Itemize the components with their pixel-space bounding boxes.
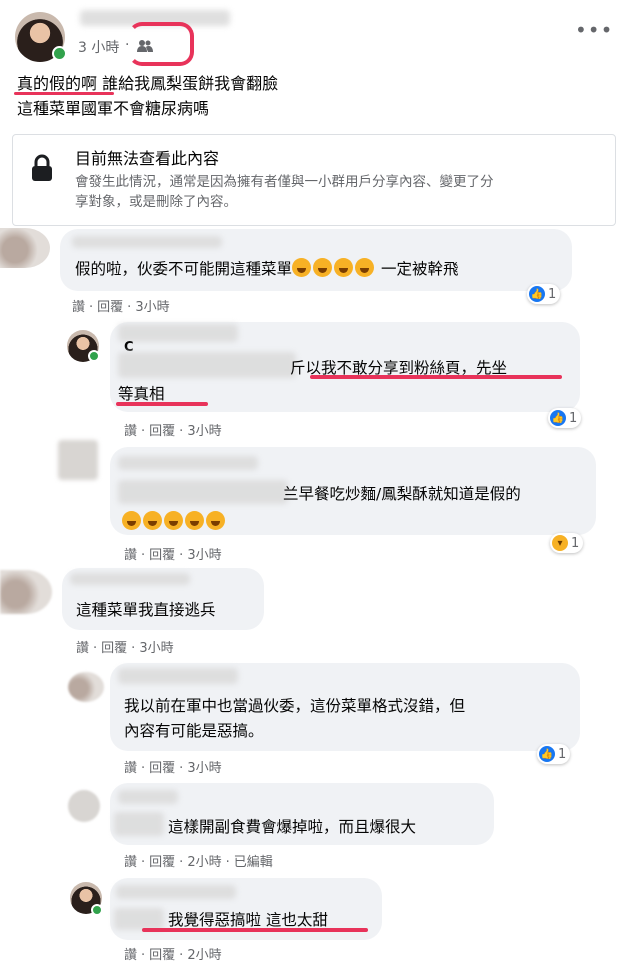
commenter-avatar[interactable] [0, 228, 50, 268]
commenter-name-redacted [118, 790, 178, 804]
edited-label[interactable]: 已編輯 [234, 855, 273, 870]
like-action[interactable]: 讚 [124, 761, 137, 776]
commenter-avatar[interactable] [58, 440, 98, 480]
like-action[interactable]: 讚 [76, 641, 89, 656]
reply-action[interactable]: 回覆 [149, 948, 175, 963]
reaction-count[interactable]: ▾ 1 [550, 533, 584, 553]
comment-text-redacted [114, 812, 164, 836]
comment-actions: 讚 · 回覆 · 2小時 · 已編輯 [124, 855, 273, 870]
reaction-count[interactable]: 👍 1 [537, 744, 571, 764]
reply-action[interactable]: 回覆 [97, 300, 123, 315]
reply-action[interactable]: 回覆 [149, 424, 175, 439]
commenter-name-redacted [116, 885, 236, 899]
comment-text-redacted [114, 908, 164, 930]
commenter-name-redacted [70, 573, 190, 585]
commenter-avatar[interactable] [0, 570, 52, 614]
post-text-line2: 這種菜單國軍不會糖尿病嗎 [17, 99, 210, 118]
comment-text-redacted [118, 352, 296, 378]
comment-text: 兰早餐吃炒麵/鳳梨酥就知道是假的 [283, 485, 521, 503]
online-status-indicator [91, 904, 103, 916]
reply-action[interactable]: 回覆 [101, 641, 127, 656]
lock-icon [30, 154, 54, 182]
comment-text: 這樣開副食費會爆掉啦，而且爆很大 [168, 818, 417, 836]
online-status-indicator [88, 350, 100, 362]
reply-action[interactable]: 回覆 [149, 548, 175, 563]
like-reaction-icon: 👍 [539, 746, 555, 762]
like-action[interactable]: 讚 [124, 855, 137, 870]
like-action[interactable]: 讚 [72, 300, 85, 315]
comment-text: 假的啦，伙委不可能開這種菜單 一定被幹飛 [75, 258, 459, 278]
annotation-underline [310, 375, 562, 379]
comment-actions: 讚 · 回覆 · 3小時 [72, 300, 170, 315]
commenter-avatar[interactable] [68, 672, 104, 702]
comment-text: 這種菜單我直接逃兵 [76, 601, 216, 619]
comment-time[interactable]: 2小時 [187, 855, 221, 870]
more-options-icon[interactable]: ••• [575, 18, 613, 42]
reply-action[interactable]: 回覆 [149, 855, 175, 870]
haha-reaction-icon: ▾ [552, 535, 568, 551]
comment-time[interactable]: 3小時 [135, 300, 169, 315]
comment-time[interactable]: 3小時 [187, 548, 221, 563]
comment-time[interactable]: 2小時 [187, 948, 221, 963]
comment-text-line2: 內容有可能是惡搞。 [124, 722, 264, 740]
post-text-highlight: 真的假的啊 [17, 74, 98, 93]
comment-actions: 讚 · 回覆 · 2小時 [124, 948, 222, 963]
reaction-count[interactable]: 👍 1 [548, 408, 582, 428]
like-reaction-icon: 👍 [550, 410, 566, 426]
post-timestamp[interactable]: 3 小時 [78, 37, 119, 57]
unavailable-body-line2: 享對象，或是刪除了內容。 [75, 194, 237, 210]
annotation-underline [116, 402, 208, 406]
comment-time[interactable]: 3小時 [187, 424, 221, 439]
reply-action[interactable]: 回覆 [149, 761, 175, 776]
comment-text-redacted [118, 480, 288, 504]
comment-actions: 讚 · 回覆 · 3小時 [76, 641, 174, 656]
comment-emoji-row [122, 510, 227, 534]
reaction-count[interactable]: 👍 1 [527, 284, 561, 304]
commenter-name-redacted [72, 236, 222, 248]
comment-time[interactable]: 3小時 [187, 761, 221, 776]
comment-actions: 讚 · 回覆 · 3小時 [124, 761, 222, 776]
comment-text-line1: 我以前在軍中也當過伙委，這份菜單格式沒錯，但 [124, 697, 466, 715]
comment-actions: 讚 · 回覆 · 3小時 [124, 424, 222, 439]
unavailable-body-line1: 會發生此情況，通常是因為擁有者僅與一小群用戶分享內容、變更了分 [75, 174, 494, 190]
commenter-avatar[interactable] [68, 790, 100, 822]
annotation-underline [142, 928, 368, 932]
like-action[interactable]: 讚 [124, 548, 137, 563]
commenter-name-redacted [118, 456, 258, 470]
like-action[interactable]: 讚 [124, 424, 137, 439]
commenter-name-redacted [118, 668, 238, 684]
post-text-rest: 誰給我鳳梨蛋餅我會翻臉 [97, 74, 279, 93]
commenter-name-redacted [118, 324, 238, 342]
online-status-indicator [52, 46, 67, 61]
unavailable-title: 目前無法查看此內容 [75, 149, 220, 168]
comment-time[interactable]: 3小時 [139, 641, 173, 656]
annotation-circle [128, 22, 194, 66]
comment-actions: 讚 · 回覆 · 3小時 [124, 548, 222, 563]
annotation-underline [14, 92, 114, 95]
like-reaction-icon: 👍 [529, 286, 545, 302]
like-action[interactable]: 讚 [124, 948, 137, 963]
